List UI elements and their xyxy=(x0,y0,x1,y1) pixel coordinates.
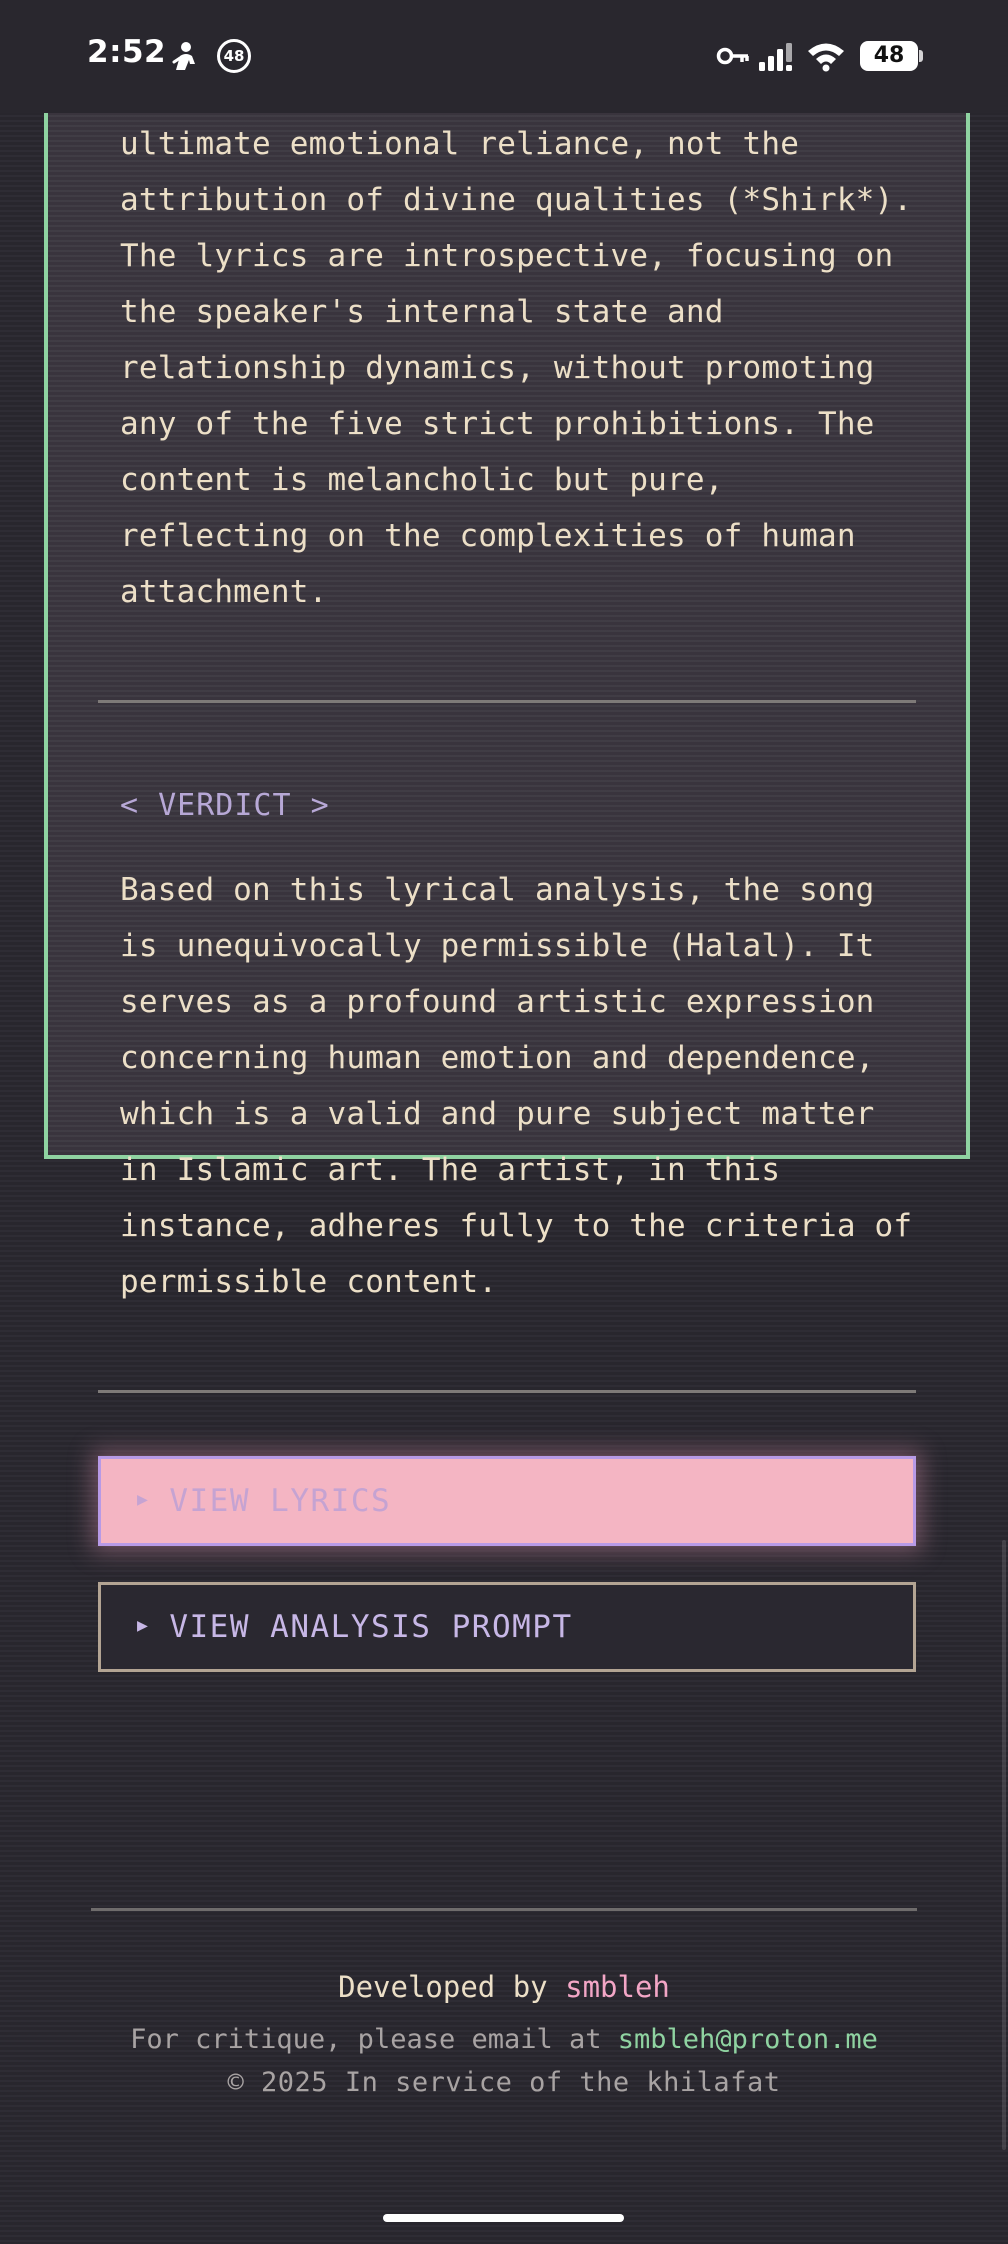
verdict-text: Based on this lyrical analysis, the song… xyxy=(120,872,913,1300)
battery-icon: 48 xyxy=(860,41,918,71)
footer-developer-line: Developed by smbleh xyxy=(0,1970,1008,2004)
copyright-text: © 2025 In service of the khilafat xyxy=(227,2067,781,2098)
home-indicator[interactable] xyxy=(383,2214,624,2222)
notification-count-icon: 48 xyxy=(217,39,251,73)
status-time: 2:52 xyxy=(87,34,167,70)
email-link[interactable]: smbleh@proton.me xyxy=(618,2024,878,2055)
author-link[interactable]: smbleh xyxy=(565,1970,670,2004)
section-divider xyxy=(98,700,916,703)
view-lyrics-button[interactable]: ▶ VIEW LYRICS xyxy=(98,1456,916,1546)
caret-right-icon: ▶ xyxy=(137,1614,150,1636)
view-analysis-prompt-label: VIEW ANALYSIS PROMPT xyxy=(169,1609,573,1645)
view-lyrics-label: VIEW LYRICS xyxy=(169,1483,392,1519)
analysis-text: ultimate emotional reliance, not the att… xyxy=(120,126,913,610)
verdict-heading: < VERDICT > xyxy=(120,788,330,823)
footer-divider xyxy=(91,1908,917,1911)
critique-label: For critique, please email at xyxy=(130,2024,602,2055)
battery-tip xyxy=(919,50,923,62)
analysis-card: ultimate emotional reliance, not the att… xyxy=(44,60,970,1672)
wifi-icon xyxy=(808,43,844,72)
developed-by-label: Developed by xyxy=(338,1970,548,2004)
vpn-key-icon xyxy=(716,47,749,65)
status-bar: 2:52 48 48 xyxy=(0,0,1008,113)
person-icon xyxy=(172,42,195,70)
footer-critique-line: For critique, please email at smbleh@pro… xyxy=(0,2024,1008,2055)
view-analysis-prompt-button[interactable]: ▶ VIEW ANALYSIS PROMPT xyxy=(98,1582,916,1672)
cell-signal-icon xyxy=(759,43,792,71)
section-divider xyxy=(98,1390,916,1393)
caret-right-icon: ▶ xyxy=(137,1488,150,1510)
scrollbar[interactable] xyxy=(1002,1540,1006,2150)
